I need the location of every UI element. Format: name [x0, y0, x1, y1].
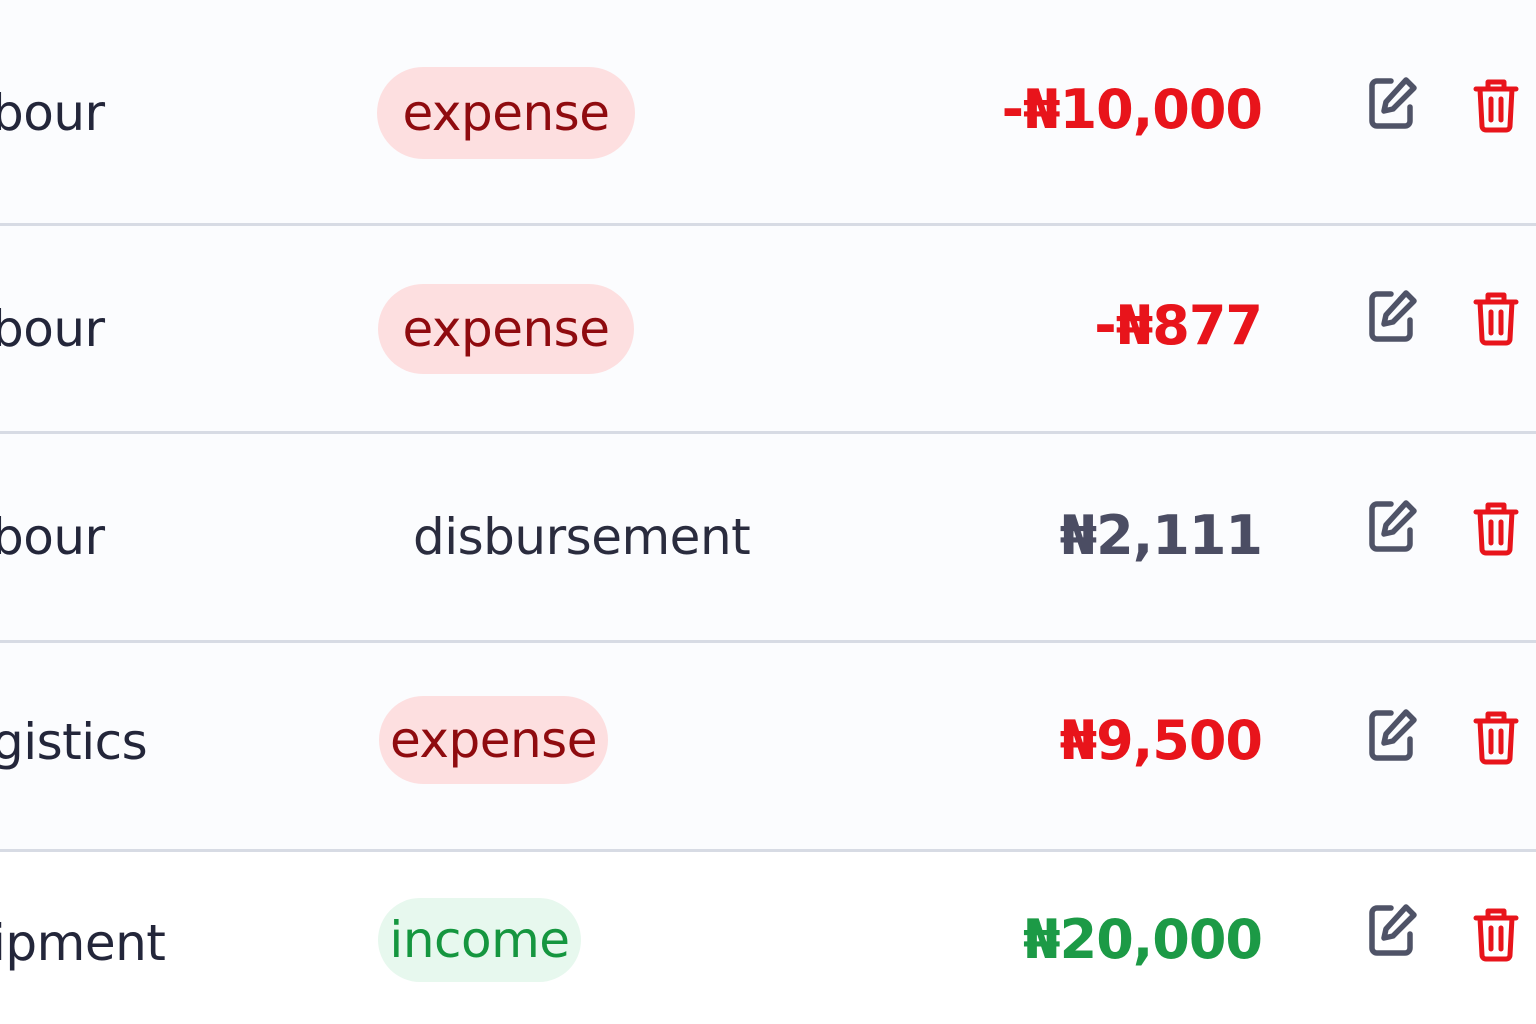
- amount-cell: ₦2,111: [1059, 504, 1263, 567]
- table-row: bour disbursement ₦2,111: [0, 434, 1536, 643]
- amount-cell: -₦10,000: [1001, 78, 1263, 141]
- category-cell: gistics: [0, 713, 148, 771]
- type-badge: expense: [379, 696, 608, 784]
- table-row: bour expense -₦10,000: [0, 0, 1536, 226]
- category-cell: bour: [0, 84, 105, 142]
- delete-button[interactable]: [1468, 498, 1524, 558]
- transactions-table: bour expense -₦10,000 bour expense -₦877…: [0, 0, 1536, 1024]
- type-badge: expense: [377, 67, 635, 159]
- delete-button[interactable]: [1468, 75, 1524, 135]
- edit-button[interactable]: [1366, 496, 1422, 556]
- trash-icon: [1471, 289, 1521, 347]
- edit-icon: [1367, 287, 1421, 345]
- edit-icon: [1367, 497, 1421, 555]
- edit-icon: [1367, 706, 1421, 764]
- edit-button[interactable]: [1366, 286, 1422, 346]
- category-cell: ipment: [0, 914, 166, 972]
- edit-icon: [1367, 901, 1421, 959]
- trash-icon: [1471, 905, 1521, 963]
- delete-button[interactable]: [1468, 707, 1524, 767]
- table-row: gistics expense ₦9,500: [0, 643, 1536, 852]
- edit-button[interactable]: [1366, 705, 1422, 765]
- table-row: bour expense -₦877: [0, 226, 1536, 434]
- type-badge: expense: [378, 284, 634, 374]
- edit-button[interactable]: [1366, 73, 1422, 133]
- table-row: ipment income ₦20,000: [0, 852, 1536, 1024]
- category-cell: bour: [0, 508, 105, 566]
- amount-cell: ₦20,000: [1023, 908, 1263, 971]
- edit-button[interactable]: [1366, 900, 1422, 960]
- delete-button[interactable]: [1468, 288, 1524, 348]
- type-label: disbursement: [413, 508, 751, 566]
- amount-cell: ₦9,500: [1059, 709, 1263, 772]
- category-cell: bour: [0, 300, 105, 358]
- amount-cell: -₦877: [1094, 294, 1263, 357]
- type-badge: income: [378, 898, 581, 982]
- trash-icon: [1471, 76, 1521, 134]
- trash-icon: [1471, 499, 1521, 557]
- edit-icon: [1367, 74, 1421, 132]
- delete-button[interactable]: [1468, 904, 1524, 964]
- trash-icon: [1471, 708, 1521, 766]
